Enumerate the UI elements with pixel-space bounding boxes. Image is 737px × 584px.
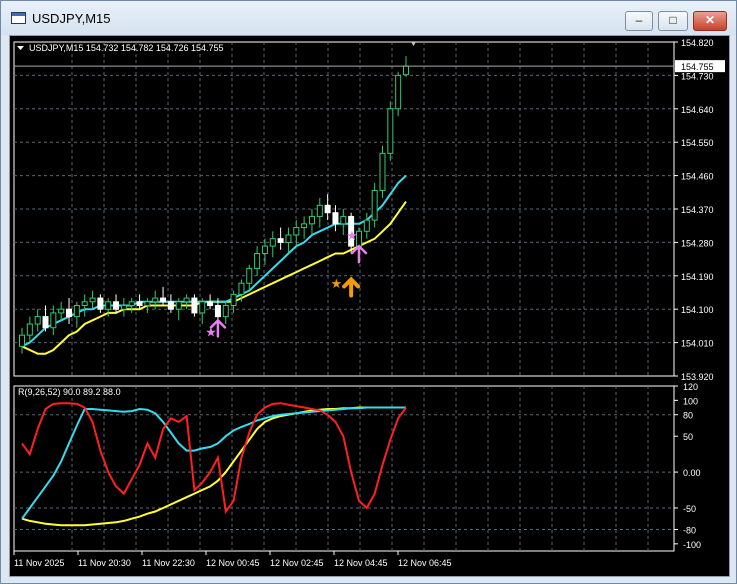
candle-body [42,316,49,329]
time-axis-label: 11 Nov 20:30 [78,558,131,568]
candle-body [152,297,159,303]
price-axis-label: 154.190 [681,272,714,282]
candle-body [214,304,221,318]
indicator-scale-label: 100 [683,396,698,406]
candle-body [191,297,198,314]
price-axis-label: 154.100 [681,305,714,315]
candle-body [175,301,182,310]
candle-body [34,316,41,325]
time-axis-label: 12 Nov 02:45 [270,558,324,568]
chart-window: USDJPY,M15 – □ ✕ 154.820 154.730 154.640 15… [0,0,737,584]
candle-body [324,204,331,214]
minimize-icon: – [635,13,643,27]
candle-body [50,312,57,329]
candle-body [332,212,339,225]
candle-body [136,301,143,306]
indicator-scale-label: -80 [683,525,696,535]
candle-body [238,282,245,295]
close-button[interactable]: ✕ [693,11,727,31]
candle-body [120,304,127,310]
price-axis-label: 154.280 [681,238,714,248]
candle-body [19,334,25,347]
candle-body [230,293,237,306]
candle-body [183,297,190,303]
candle-body [403,65,409,76]
candle-body [371,189,378,221]
price-axis-label: 154.820 [681,38,714,48]
maximize-icon: □ [669,13,677,27]
candle-body [387,108,394,154]
window-title: USDJPY,M15 [32,11,111,26]
symbol-menu-icon [17,46,24,50]
candle-body [340,215,347,225]
price-axis-label: 154.460 [681,172,714,182]
candle-body [26,323,33,336]
candle-body [269,238,276,247]
price-axis-label: 153.920 [681,372,714,382]
candle-body [222,304,229,318]
price-chart[interactable]: 154.820 154.730 154.640 154.550 154.460 154.3… [10,36,729,576]
time-axis-label: 12 Nov 04:45 [334,558,388,568]
candle-body [97,297,104,310]
candle-body [363,219,370,232]
title-bar[interactable]: USDJPY,M15 – □ ✕ [1,1,736,35]
candle-body [379,152,386,191]
candle-body [73,304,80,318]
candle-body [301,223,308,229]
indicator-scale-label: 80 [683,411,693,421]
time-axis-label: 11 Nov 2025 [14,558,64,568]
price-axis-label: 154.730 [681,71,714,81]
candle-body [254,253,261,269]
candle-body [277,238,284,243]
time-axis-label: 11 Nov 22:30 [142,558,195,568]
ma-fast-line [21,174,407,348]
candle-body [316,204,323,217]
price-axis-label: 154.370 [681,205,714,215]
candle-body [105,301,112,310]
candle-body [285,234,292,243]
time-axis-label: 12 Nov 06:45 [398,558,452,568]
candle-body [128,301,135,306]
indicator-scale-label: 120 [683,382,698,392]
candle-body [293,227,300,236]
candle-body [58,308,65,314]
maximize-button[interactable]: □ [658,11,688,31]
close-icon: ✕ [704,13,716,27]
signal-star: ★ [330,277,342,292]
candle-body [308,215,315,225]
candle-body [246,267,253,284]
chart-area[interactable]: 154.820 154.730 154.640 154.550 154.460 154.3… [9,35,730,577]
candle-body [113,301,120,310]
signal-star: ★ [346,229,358,244]
candle-body [199,301,206,314]
indicator-label: R(9,26,52) 90.0 89.2 88.0 [18,387,121,397]
candle-body [89,297,96,303]
indicator-scale-label: -100 [683,540,701,550]
candle-body [261,245,268,255]
candle-body [66,308,73,318]
candle-body [144,301,151,306]
candle-body [81,301,88,306]
minimize-button[interactable]: – [625,11,653,31]
signal-arrow-up [342,276,361,298]
current-price-label: 154.755 [681,62,714,72]
indicator-scale-label: 50 [683,432,693,442]
indicator-scale-label: -50 [683,504,696,514]
indicator-scale-label: 0.00 [683,468,701,478]
candle-body [207,301,214,306]
main-chart-label: USDJPY,M15 154.732 154.782 154.726 154.7… [29,43,224,53]
chart-window-icon [11,12,26,24]
candle-body [160,297,167,303]
signal-star: ★ [205,325,217,340]
last-bar-marker [411,42,416,46]
price-axis-label: 154.010 [681,339,714,349]
time-axis-label: 12 Nov 00:45 [206,558,260,568]
candle-body [395,74,402,110]
price-axis-label: 154.640 [681,105,714,115]
price-axis-label: 154.550 [681,138,714,148]
candle-body [167,301,174,310]
